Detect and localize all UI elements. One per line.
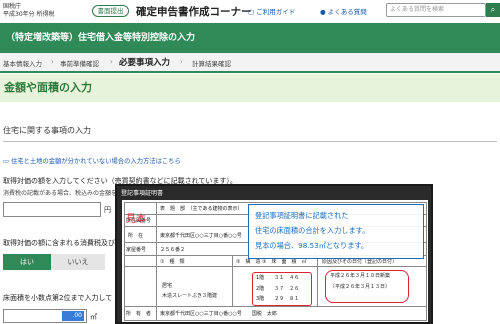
sample-stamp: 見本 xyxy=(126,214,146,225)
doc-label-cause: 原因及びその日付〔登記の日付〕 xyxy=(322,259,398,265)
price-unit: 円 xyxy=(104,206,111,214)
floor-area-value: .00 xyxy=(62,311,84,321)
subheading: 住宅に関する事項の入力 xyxy=(3,126,91,135)
guide-link[interactable]: ▢ ご利用ガイド xyxy=(248,6,295,16)
date-highlight: 平成２６年３月１０日新築 〔平成２６年３月１３日〕 xyxy=(325,270,409,303)
doc-label-type: ① 種 類 xyxy=(160,259,185,265)
certificate-image: 表 題 部 （主である建物の表示） 所在図番号 所 在 東京都千代田区○○三丁目… xyxy=(122,200,428,322)
doc-owner: 東京都千代田区○○三丁目○番○○号 国税 太郎 xyxy=(160,311,277,317)
search-input[interactable]: よくある質問を検索 xyxy=(386,3,486,17)
doc-label-house-no: 家屋番号 xyxy=(126,247,147,253)
forms-button[interactable]: 書面提出 xyxy=(92,5,129,17)
annotation-box: 登記事項証明書に記載された 住宅の床面積の合計を入力します。 見本の場合、98.… xyxy=(248,204,424,259)
doc-header: 表 題 部 （主である建物の表示） xyxy=(160,206,243,212)
doc-label-area: ③ 床 面 積 ㎡ xyxy=(262,259,307,265)
faq-link[interactable]: ● よくある質問 xyxy=(320,6,367,16)
doc-type: 居宅 xyxy=(162,283,173,289)
step-required-input: 必要事項入力 xyxy=(119,58,171,68)
window-icon: ▭ xyxy=(3,158,11,165)
page-title-band: （特定増改築等）住宅借入金等特別控除の入力 xyxy=(0,23,500,53)
guide-icon: ▢ xyxy=(248,8,257,16)
divider xyxy=(3,141,497,142)
price-note: 消費税の記載がある場合、税込みの金額を xyxy=(3,190,118,197)
doc-house-no: ２５６番２ xyxy=(160,247,186,253)
question-icon: ● xyxy=(320,8,328,16)
step-preparation: 事前準備確認 xyxy=(60,60,99,68)
floor-area-input[interactable]: .00 xyxy=(3,309,87,323)
registry-certificate-popup: 登記事項証明書 表 題 部 （主である建物の表示） 所在図番号 所 在 東京都千… xyxy=(115,184,433,324)
doc-label-owner: 所 有 者 xyxy=(126,311,152,317)
doc-label-location: 所 在 xyxy=(128,233,144,239)
progress-steps: 基本情報入力 › 事前準備確認 › 必要事項入力 › 計算結果確認 xyxy=(0,53,500,73)
doc-address: 東京都千代田区○○三丁目○番○○号 xyxy=(160,233,242,239)
doc-structure: 木造スレートぶき３階建 xyxy=(162,293,218,299)
doc-label-structure: ② 構 造 xyxy=(236,259,261,265)
step-result: 計算結果確認 xyxy=(192,60,231,68)
popup-title: 登記事項証明書 xyxy=(121,190,164,197)
chevron-right-icon: › xyxy=(110,58,113,66)
site-header: 国税庁 平成30年分 所得税 書面提出 確定申告書作成コーナー ▢ ご利用ガイド… xyxy=(0,0,500,23)
step-basic-info: 基本情報入力 xyxy=(3,60,42,68)
price-input[interactable] xyxy=(3,202,101,217)
section-title: 金額や面積の入力 xyxy=(0,74,500,102)
floor-area-highlight: 1階 ３１ ４６ 2階 ３７ ２６ 3階 ２９ ８１ xyxy=(252,272,312,306)
yes-button[interactable]: はい xyxy=(3,254,51,270)
floor-area-question: 床面積を小数点第2位まで入力して xyxy=(3,294,113,302)
site-title: 確定申告書作成コーナー xyxy=(136,6,252,18)
help-link[interactable]: ▭ 住宅と土地の金額が分かれていない場合の入力方法はこちら xyxy=(3,156,181,165)
floor-area-unit: ㎡ xyxy=(90,313,97,321)
chevron-right-icon: › xyxy=(180,58,183,66)
agency-label: 国税庁 平成30年分 所得税 xyxy=(3,3,55,18)
search-icon[interactable]: ⌕ xyxy=(486,3,500,17)
chevron-right-icon: › xyxy=(51,58,54,66)
no-button[interactable]: いいえ xyxy=(51,254,105,270)
tax-question: 取得対価の額に含まれる消費税及び xyxy=(3,239,115,247)
